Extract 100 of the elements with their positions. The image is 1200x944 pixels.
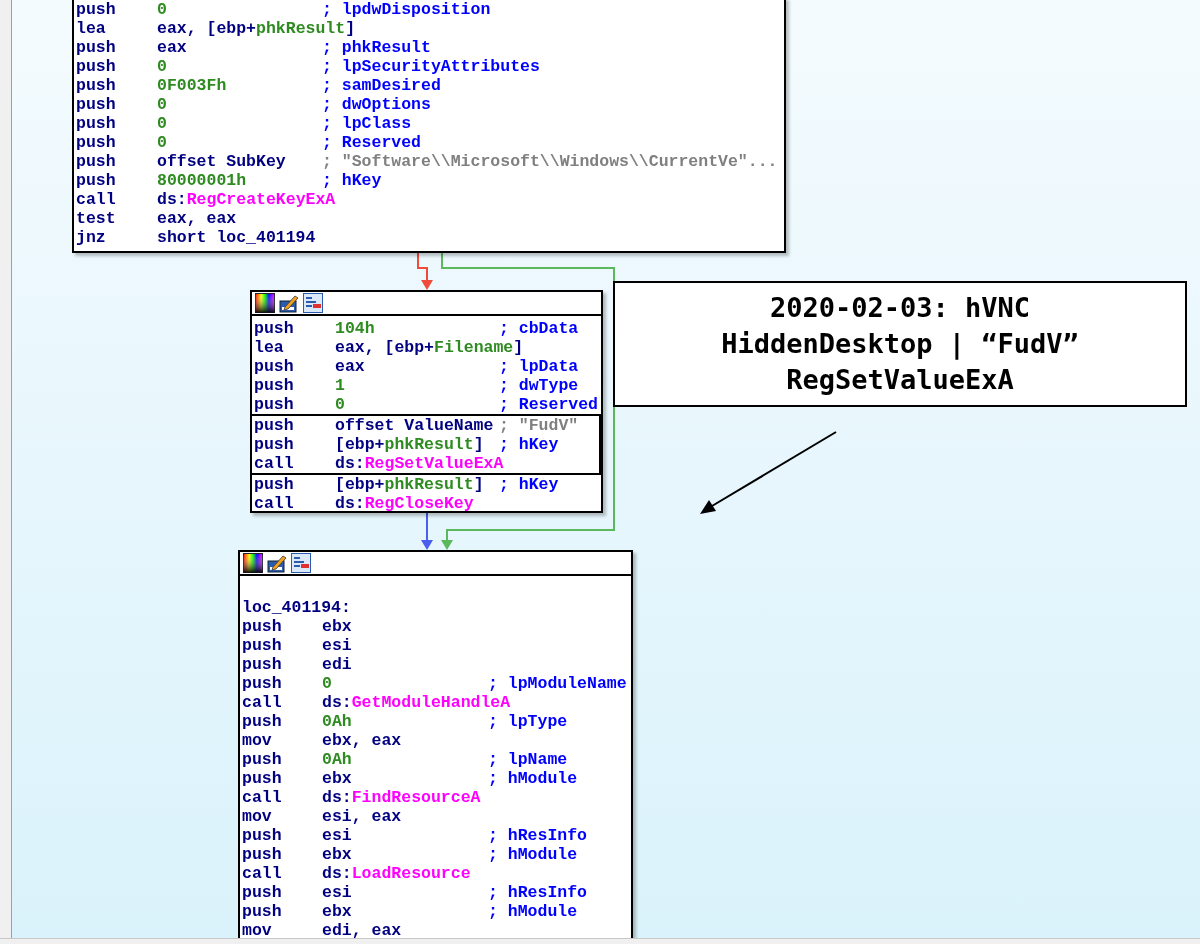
mnemonic: push [242, 617, 283, 636]
mnemonic: call [242, 864, 283, 883]
graph-view-icon[interactable] [303, 293, 323, 313]
comment: ; hKey [322, 171, 382, 190]
comment: ; lpdwDisposition [322, 0, 491, 19]
operand: 0 [157, 114, 168, 133]
mnemonic: push [254, 376, 295, 395]
operand: ebx [322, 617, 353, 636]
mnemonic: push [254, 319, 295, 338]
operand: offset ValueName [335, 416, 495, 435]
operand: ds:RegCreateKeyExA [157, 190, 336, 209]
operand: ds:RegCloseKey [335, 494, 475, 511]
mnemonic: push [254, 357, 295, 376]
operand: 0 [157, 133, 168, 152]
operand: eax, eax [157, 209, 238, 228]
comment: ; lpData [499, 357, 579, 376]
operand: eax [335, 357, 366, 376]
mnemonic: push [76, 114, 117, 133]
comment: ; hResInfo [488, 826, 588, 845]
comment: ; lpClass [322, 114, 412, 133]
operand: 104h [335, 319, 376, 338]
mnemonic: push [254, 475, 295, 494]
mnemonic: push [254, 416, 295, 435]
operand: esi [322, 826, 353, 845]
comment: ; Reserved [322, 133, 422, 152]
operand: eax, [ebp+Filename] [335, 338, 524, 357]
operand: ds:FindResourceA [322, 788, 482, 807]
comment: ; "FudV" [499, 416, 579, 435]
mnemonic: test [76, 209, 117, 228]
color-palette-icon[interactable] [255, 293, 275, 313]
color-palette-icon[interactable] [243, 553, 263, 573]
mnemonic: push [76, 152, 117, 171]
comment: ; phkResult [322, 38, 431, 57]
graph-view-icon[interactable] [291, 553, 311, 573]
mnemonic: call [76, 190, 117, 209]
comment: ; lpModuleName [488, 674, 627, 693]
comment: ; hResInfo [488, 883, 588, 902]
mnemonic: mov [242, 921, 273, 940]
mnemonic: push [242, 769, 283, 788]
comment: ; dwType [499, 376, 579, 395]
operand: 0Ah [322, 712, 353, 731]
operand: 0F003Fh [157, 76, 228, 95]
annotation-text: 2020-02-03: hVNC [769, 291, 1031, 325]
comment: ; hKey [499, 435, 559, 454]
comment: ; cbData [499, 319, 579, 338]
mnemonic: push [76, 95, 117, 114]
operand: 80000001h [157, 171, 248, 190]
mnemonic: push [76, 171, 117, 190]
comment: ; lpName [488, 750, 568, 769]
mnemonic: push [242, 674, 283, 693]
code-label: loc_401194: [242, 598, 352, 617]
operand: 0 [157, 95, 168, 114]
mnemonic: call [242, 788, 283, 807]
comment: ; hKey [499, 475, 559, 494]
operand: offset SubKey [157, 152, 287, 171]
mnemonic: push [242, 902, 283, 921]
mnemonic: jnz [76, 228, 107, 247]
mnemonic: push [76, 38, 117, 57]
operand: 1 [335, 376, 346, 395]
mnemonic: push [242, 655, 283, 674]
operand: 0Ah [322, 750, 353, 769]
comment: ; lpSecurityAttributes [322, 57, 540, 76]
mnemonic: push [242, 712, 283, 731]
comment: ; "Software\\Microsoft\\Windows\\CurrentVe"... [322, 152, 778, 171]
comment: ; dwOptions [322, 95, 431, 114]
mnemonic: mov [242, 807, 273, 826]
operand: ds:GetModuleHandleA [322, 693, 511, 712]
mnemonic: mov [242, 731, 273, 750]
pencil-edit-icon[interactable] [279, 293, 299, 313]
operand: ebx, eax [322, 731, 403, 750]
annotation-text: RegSetValueExA [786, 363, 1014, 397]
operand: eax [157, 38, 188, 57]
mnemonic: push [242, 826, 283, 845]
mnemonic: push [76, 57, 117, 76]
operand: [ebp+phkResult] [335, 435, 485, 454]
operand: edi, eax [322, 921, 403, 940]
operand: ebx [322, 769, 353, 788]
mnemonic: push [242, 750, 283, 769]
operand: eax, [ebp+phkResult] [157, 19, 356, 38]
operand: ebx [322, 845, 353, 864]
mnemonic: push [242, 845, 283, 864]
operand: 0 [322, 674, 333, 693]
comment: ; Reserved [499, 395, 599, 414]
operand: ebx [322, 902, 353, 921]
mnemonic: lea [76, 19, 107, 38]
mnemonic: call [254, 454, 295, 473]
mnemonic: push [242, 883, 283, 902]
operand: 0 [157, 57, 168, 76]
comment: ; samDesired [322, 76, 441, 95]
operand: 0 [157, 0, 168, 19]
operand: esi [322, 883, 353, 902]
operand: ds:RegSetValueExA [335, 454, 504, 473]
pencil-edit-icon[interactable] [267, 553, 287, 573]
mnemonic: push [76, 133, 117, 152]
mnemonic: push [254, 395, 295, 414]
comment: ; hModule [488, 845, 578, 864]
operand: 0 [335, 395, 346, 414]
annotation-text: HiddenDesktop | “FudV” [721, 327, 1079, 362]
comment: ; hModule [488, 769, 578, 788]
mnemonic: call [242, 693, 283, 712]
